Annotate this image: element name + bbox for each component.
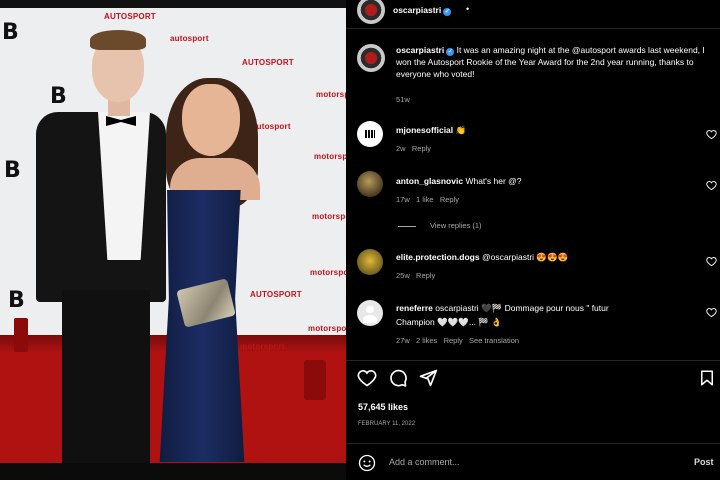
comment-text: reneferre oscarpiastri 🖤🏁 Dommage pour n… <box>396 302 609 314</box>
carpet-stanchion <box>304 360 326 400</box>
comment-username[interactable]: mjonesofficial <box>396 125 453 135</box>
add-comment-input[interactable]: Add a comment... <box>389 457 460 467</box>
wall-logo: motorsport <box>314 152 346 161</box>
view-replies-button[interactable]: View replies (1) <box>430 220 482 232</box>
comment-body: 👏 <box>455 125 467 135</box>
heart-icon[interactable] <box>706 129 717 140</box>
caption-time: 51w <box>396 95 410 104</box>
caption-text: oscarpiastri ✓ It was an amazing night at… <box>396 44 706 80</box>
backdrop-b-logo: B <box>2 20 19 45</box>
comment-likes[interactable]: 2 likes <box>416 336 437 345</box>
photo-bottom-border <box>0 463 346 480</box>
comment-time: 2w <box>396 144 406 153</box>
reply-button[interactable]: Reply <box>416 271 435 280</box>
comment-text: elite.protection.dogs @oscarpiastri 😍😍😍 <box>396 251 568 263</box>
navy-dress <box>159 190 245 462</box>
comment-username[interactable]: reneferre <box>396 303 433 313</box>
backdrop-b-logo: B <box>4 158 21 183</box>
comment-meta: 2w Reply <box>396 143 431 155</box>
like-heart-icon[interactable] <box>357 368 377 388</box>
carpet-stanchion <box>14 318 28 352</box>
comment-time: 17w <box>396 195 410 204</box>
wall-logo: autosport <box>252 122 291 131</box>
wall-logo: motorsport <box>308 324 346 333</box>
comment-avatar[interactable] <box>357 171 383 197</box>
comment-username[interactable]: elite.protection.dogs <box>396 252 480 262</box>
caption-avatar[interactable] <box>357 44 385 72</box>
verified-badge-icon: ✓ <box>446 48 455 56</box>
comment-text: anton_glasnovic What's her @? <box>396 175 522 187</box>
comment-meta: 17w 1 like Reply <box>396 194 459 206</box>
wall-logo: AUTOSPORT <box>104 12 156 21</box>
backdrop-b-logo: B <box>50 84 67 109</box>
actions-divider <box>346 360 720 361</box>
heart-icon[interactable] <box>706 180 717 191</box>
comment-body: What's her @? <box>465 176 522 186</box>
comment-avatar[interactable] <box>357 121 383 147</box>
man-hair <box>90 30 146 50</box>
bookmark-icon[interactable] <box>698 368 716 388</box>
wall-logo: AUTOSPORT <box>242 58 294 67</box>
man-trousers <box>62 290 150 465</box>
comment-box-divider <box>346 443 720 444</box>
post-photo[interactable]: AUTOSPORT autosport AUTOSPORT autosport … <box>0 0 346 480</box>
comment-bubble-icon[interactable] <box>388 368 408 388</box>
comment-meta: 25w Reply <box>396 270 435 282</box>
likes-count[interactable]: 57,645 likes <box>358 401 408 413</box>
comment-likes[interactable]: 1 like <box>416 195 434 204</box>
reply-button[interactable]: Reply <box>444 336 463 345</box>
comment-avatar[interactable] <box>357 300 383 326</box>
wall-logo: AUTOSPORT <box>250 290 302 299</box>
wall-logo: autosport <box>170 34 209 43</box>
comment-time: 25w <box>396 271 410 280</box>
reply-button[interactable]: Reply <box>440 195 459 204</box>
caption-username[interactable]: oscarpiastri <box>396 45 444 55</box>
photo-top-border <box>0 0 346 8</box>
comment-username[interactable]: anton_glasnovic <box>396 176 463 186</box>
wall-logo: motorsport <box>316 90 346 99</box>
heart-icon[interactable] <box>706 256 717 267</box>
reply-button[interactable]: Reply <box>412 144 431 153</box>
post-comment-button[interactable]: Post <box>694 457 714 467</box>
woman-face <box>182 84 240 156</box>
comment-text: mjonesofficial 👏 <box>396 124 466 136</box>
more-dot[interactable]: • <box>466 3 469 15</box>
share-send-icon[interactable] <box>418 368 438 388</box>
header-divider <box>346 28 720 29</box>
wall-logo: motorsport <box>310 268 346 277</box>
verified-badge-icon: ✓ <box>443 8 452 16</box>
view-replies-line <box>398 226 416 227</box>
comment-time: 27w <box>396 336 410 345</box>
header-username[interactable]: oscarpiastri ✓ <box>393 4 452 16</box>
comment-avatar[interactable] <box>357 249 383 275</box>
wall-logo: motorsport <box>312 212 346 221</box>
comment-body: @oscarpiastri 😍😍😍 <box>481 252 569 262</box>
comment-body: oscarpiastri 🖤🏁 Dommage pour nous " futu… <box>435 303 609 313</box>
wall-logo: motorsport <box>240 342 285 351</box>
comment-meta: 27w 2 likes Reply See translation <box>396 335 519 347</box>
post-date: FEBRUARY 11, 2022 <box>358 421 416 427</box>
backdrop-b-logo: B <box>8 288 25 313</box>
comment-text-line2: Champion 🤍🤍🤍... 🏁 👌 <box>396 317 502 327</box>
see-translation-button[interactable]: See translation <box>469 336 519 345</box>
emoji-smiley-icon[interactable] <box>358 454 376 472</box>
heart-icon[interactable] <box>706 307 717 318</box>
